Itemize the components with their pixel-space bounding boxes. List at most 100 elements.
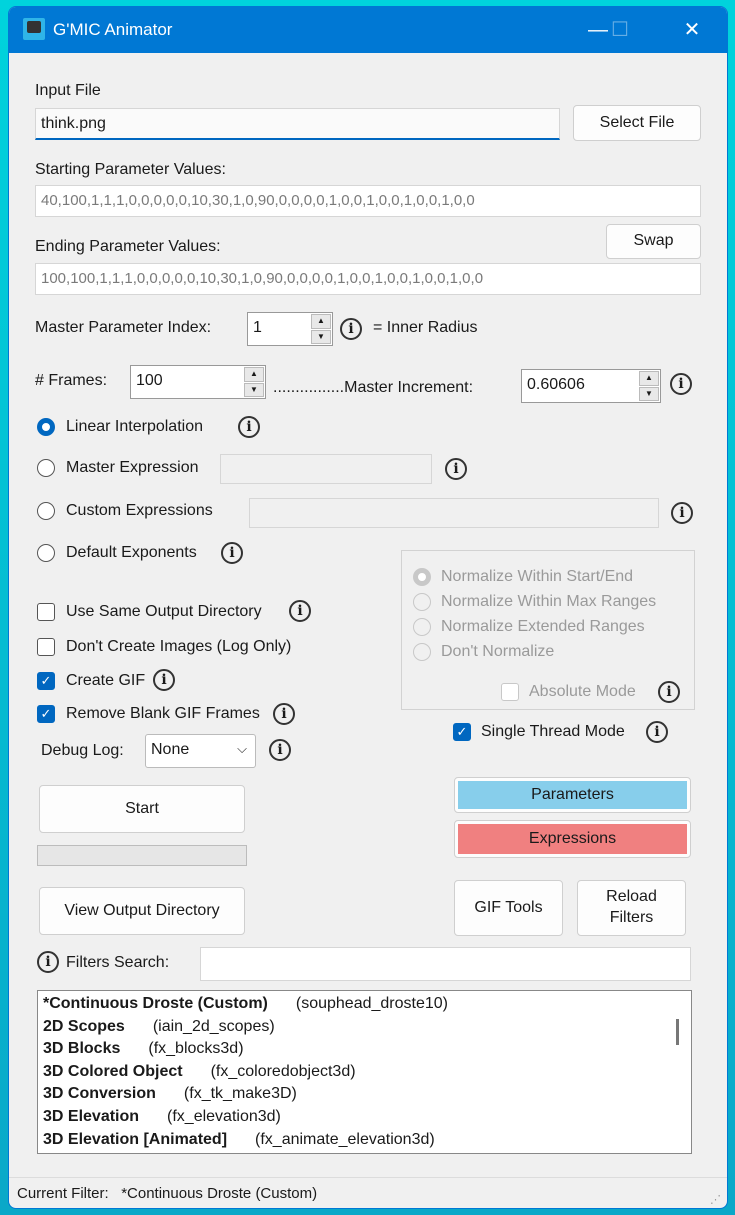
app-icon <box>23 18 45 40</box>
info-icon[interactable]: i <box>658 681 680 703</box>
dont-create-images-label: Don't Create Images (Log Only) <box>66 638 292 655</box>
spin-down[interactable]: ▼ <box>311 329 331 344</box>
info-icon[interactable]: i <box>238 416 260 438</box>
list-item[interactable]: 2D Scopes (iain_2d_scopes) <box>43 1018 686 1041</box>
info-icon[interactable]: i <box>646 721 668 743</box>
current-filter-label: Current Filter: <box>17 1185 109 1202</box>
filters-list[interactable]: *Continuous Droste (Custom) (souphead_dro… <box>37 990 692 1154</box>
spin-down[interactable]: ▼ <box>639 386 659 401</box>
start-params-field[interactable]: 40,100,1,1,1,0,0,0,0,0,10,30,1,0,90,0,0,… <box>35 185 701 217</box>
create-gif-label: Create GIF <box>66 672 146 689</box>
resize-grip-icon[interactable]: ⋰ <box>710 1193 721 1206</box>
parameters-button[interactable]: Parameters <box>454 777 691 813</box>
spin-down[interactable]: ▼ <box>244 382 264 397</box>
single-thread-label: Single Thread Mode <box>481 723 625 740</box>
info-icon[interactable]: i <box>221 542 243 564</box>
list-item[interactable]: 3D Elevation [Animated] (fx_animate_eleva… <box>43 1131 686 1154</box>
info-icon[interactable]: i <box>273 703 295 725</box>
frames-value: 100 <box>136 372 163 389</box>
filters-search-label: Filters Search: <box>66 954 170 971</box>
debug-log-label: Debug Log: <box>41 742 124 759</box>
maximize-button[interactable]: ☐ <box>597 15 643 45</box>
default-exponents-radio[interactable] <box>37 544 55 562</box>
filter-id: (fx_blocks3d) <box>148 1040 244 1058</box>
normalize-max-ranges-label: Normalize Within Max Ranges <box>441 593 657 610</box>
expressions-button-label: Expressions <box>458 824 687 854</box>
filter-id: (fx_animate_elevation3d) <box>255 1130 435 1148</box>
list-item[interactable]: 3D Colored Object (fx_coloredobject3d) <box>43 1063 686 1086</box>
info-icon[interactable]: i <box>37 951 59 973</box>
info-icon[interactable]: i <box>153 669 175 691</box>
same-output-dir-checkbox[interactable] <box>37 603 55 621</box>
filter-id: (souphead_droste10) <box>295 995 448 1012</box>
master-expression-radio[interactable] <box>37 459 55 477</box>
dont-create-images-checkbox[interactable] <box>37 638 55 656</box>
filter-id: (fx_tk_make3D) <box>183 1085 297 1103</box>
normalize-start-end-label: Normalize Within Start/End <box>441 568 634 585</box>
info-icon[interactable]: i <box>445 458 467 480</box>
info-icon[interactable]: i <box>670 373 692 395</box>
filter-id: (iain_2d_scopes) <box>152 1017 275 1035</box>
close-button[interactable]: ✕ <box>669 15 715 45</box>
info-icon[interactable]: i <box>671 502 693 524</box>
list-item[interactable]: 3D Blocks (fx_blocks3d) <box>43 1040 686 1063</box>
title-bar: G'MIC Animator — ☐ ✕ <box>9 7 727 53</box>
dont-normalize-radio[interactable] <box>413 643 431 661</box>
master-param-name: = Inner Radius <box>373 319 478 336</box>
select-file-button[interactable]: Select File <box>573 105 701 141</box>
absolute-mode-label: Absolute Mode <box>529 683 636 700</box>
spin-up[interactable]: ▲ <box>311 314 331 329</box>
spin-up[interactable]: ▲ <box>639 371 659 386</box>
end-params-label: Ending Parameter Values: <box>35 238 221 255</box>
filter-name: 3D Colored Object <box>43 1062 183 1080</box>
debug-log-select[interactable]: None ⌵ <box>145 734 256 768</box>
filter-id: (fx_elevation3d) <box>167 1107 281 1125</box>
same-output-dir-label: Use Same Output Directory <box>66 603 262 620</box>
filters-search-input[interactable] <box>200 947 691 981</box>
filter-name: 3D Elevation <box>43 1107 140 1125</box>
start-button[interactable]: Start <box>39 785 245 833</box>
master-expression-field[interactable] <box>220 454 432 484</box>
end-params-field[interactable]: 100,100,1,1,1,0,0,0,0,0,10,30,1,0,90,0,0… <box>35 263 701 295</box>
normalize-group: Normalize Within Start/End Normalize Wit… <box>401 550 695 710</box>
normalize-max-ranges-radio[interactable] <box>413 593 431 611</box>
master-increment-spinbox[interactable]: 0.60606 ▲ ▼ <box>521 369 661 403</box>
input-file-label: Input File <box>35 82 101 99</box>
expressions-button[interactable]: Expressions <box>454 820 691 858</box>
debug-log-value: None <box>151 741 190 758</box>
swap-button[interactable]: Swap <box>606 224 701 259</box>
filter-name: 3D Conversion <box>43 1085 156 1103</box>
input-file-field[interactable]: think.png <box>35 108 560 140</box>
custom-expressions-field[interactable] <box>249 498 659 528</box>
gif-tools-button[interactable]: GIF Tools <box>454 880 563 936</box>
reload-filters-button[interactable]: Reload Filters <box>577 880 686 936</box>
status-bar: Current Filter: *Continuous Droste (Cust… <box>9 1177 727 1208</box>
remove-blank-frames-checkbox[interactable]: ✓ <box>37 705 55 723</box>
info-icon[interactable]: i <box>340 318 362 340</box>
master-index-spinbox[interactable]: 1 ▲ ▼ <box>247 312 333 346</box>
list-item[interactable]: 3D Elevation (fx_elevation3d) <box>43 1108 686 1131</box>
custom-expressions-radio[interactable] <box>37 502 55 520</box>
list-item[interactable]: *Continuous Droste (Custom) (souphead_dro… <box>43 995 686 1018</box>
master-increment-value: 0.60606 <box>527 376 585 393</box>
list-item[interactable]: 3D Conversion (fx_tk_make3D) <box>43 1085 686 1108</box>
normalize-start-end-radio[interactable] <box>413 568 431 586</box>
start-params-label: Starting Parameter Values: <box>35 161 226 178</box>
normalize-extended-radio[interactable] <box>413 618 431 636</box>
filter-name: *Continuous Droste (Custom) <box>43 995 268 1012</box>
info-icon[interactable]: i <box>269 739 291 761</box>
single-thread-checkbox[interactable]: ✓ <box>453 723 471 741</box>
frames-spinbox[interactable]: 100 ▲ ▼ <box>130 365 266 399</box>
parameters-button-label: Parameters <box>458 781 687 809</box>
info-icon[interactable]: i <box>289 600 311 622</box>
linear-interpolation-radio[interactable] <box>37 418 55 436</box>
progress-bar <box>37 845 247 866</box>
spin-up[interactable]: ▲ <box>244 367 264 382</box>
absolute-mode-checkbox[interactable] <box>501 683 519 701</box>
create-gif-checkbox[interactable]: ✓ <box>37 672 55 690</box>
view-output-directory-button[interactable]: View Output Directory <box>39 887 245 935</box>
normalize-extended-label: Normalize Extended Ranges <box>441 618 645 635</box>
chevron-down-icon: ⌵ <box>237 741 247 756</box>
window-title: G'MIC Animator <box>53 20 173 39</box>
scrollbar-thumb[interactable] <box>676 1019 679 1045</box>
